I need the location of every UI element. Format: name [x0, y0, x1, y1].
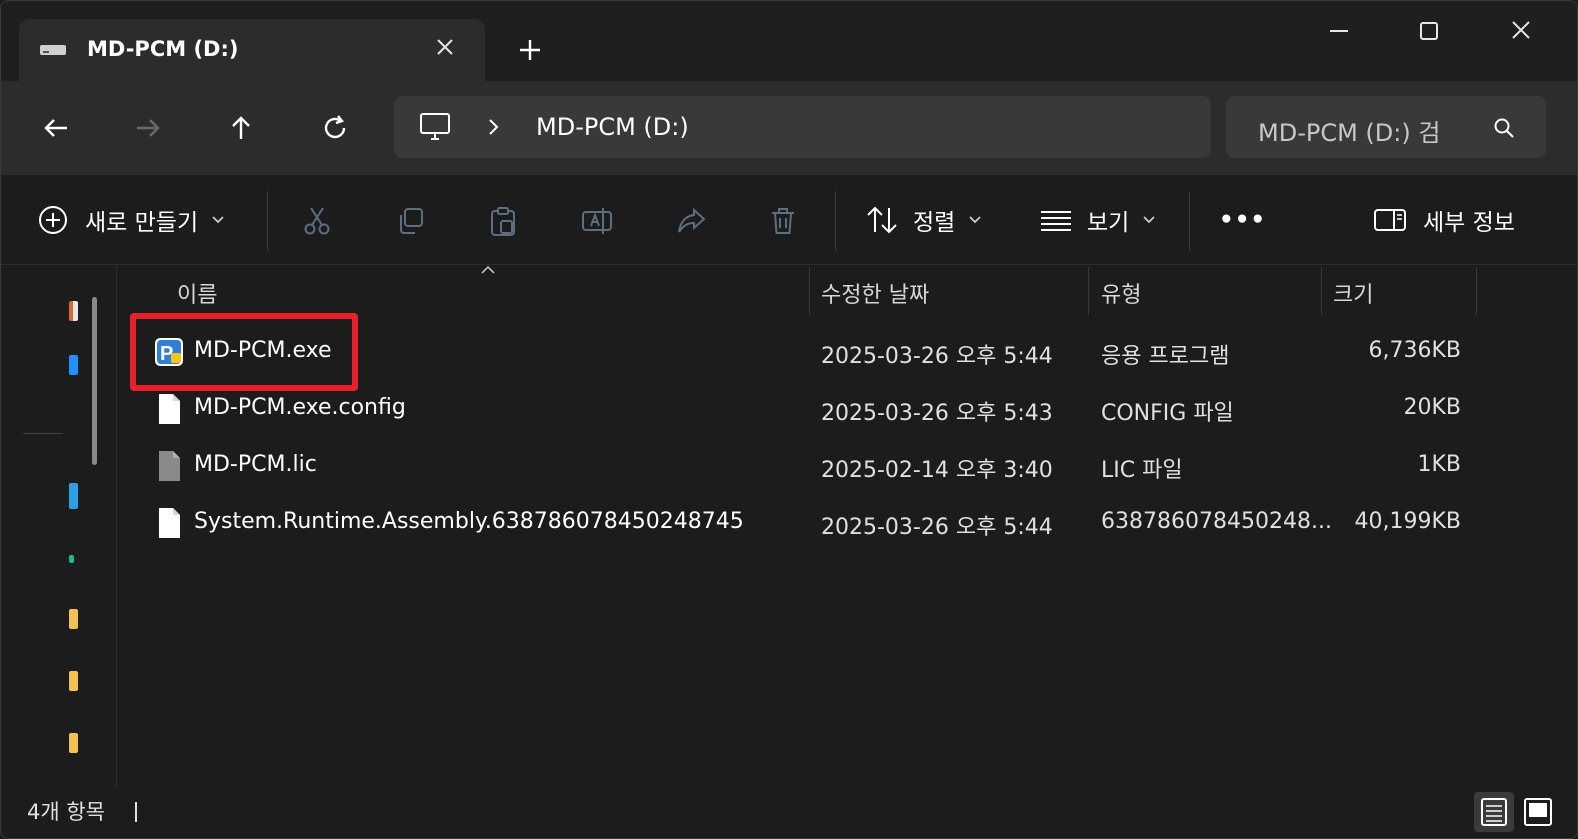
- maximize-icon[interactable]: [1409, 15, 1449, 47]
- downloads-icon[interactable]: [69, 555, 74, 563]
- tiles-view-icon: [1524, 798, 1552, 826]
- new-button[interactable]: 새로 만들기: [37, 203, 226, 237]
- navigation-pane[interactable]: [1, 265, 117, 788]
- view-label: 보기: [1087, 210, 1130, 236]
- desktop-icon[interactable]: [69, 483, 78, 509]
- sort-label: 정렬: [913, 210, 956, 236]
- title-bar: MD-PCM (D:): [1, 1, 1577, 81]
- minimize-icon[interactable]: [1319, 15, 1359, 47]
- plus-circle-icon: [39, 206, 67, 234]
- drive-icon: [40, 45, 66, 55]
- copy-icon[interactable]: [395, 205, 427, 237]
- item-count: 4개 항목: [27, 800, 105, 824]
- large-icons-view-button[interactable]: [1518, 792, 1558, 832]
- column-divider[interactable]: [1321, 267, 1322, 315]
- column-header-type[interactable]: 유형: [1101, 277, 1141, 309]
- more-options-button[interactable]: •••: [1219, 203, 1266, 237]
- chevron-right-icon[interactable]: [484, 116, 502, 138]
- search-box[interactable]: MD-PCM (D:) 검: [1226, 96, 1546, 158]
- close-window-icon[interactable]: [1501, 15, 1541, 47]
- chevron-down-icon: [1143, 216, 1155, 224]
- paste-icon[interactable]: [487, 205, 519, 237]
- column-divider[interactable]: [809, 267, 810, 315]
- navigation-bar: MD-PCM (D:) MD-PCM (D:) 검: [1, 81, 1577, 175]
- file-type: CONFIG 파일: [1101, 401, 1234, 426]
- file-row[interactable]: System.Runtime.Assembly.6387860784502487…: [118, 495, 1577, 552]
- more-icon: •••: [1219, 207, 1267, 233]
- computer-icon[interactable]: [418, 112, 452, 142]
- file-size: 6,736KB: [1368, 338, 1461, 363]
- chevron-down-icon: [212, 216, 224, 224]
- cut-icon[interactable]: [301, 205, 333, 237]
- search-input[interactable]: MD-PCM (D:) 검: [1258, 113, 1440, 148]
- divider: [835, 191, 836, 251]
- document-icon: [159, 508, 180, 538]
- new-tab-icon[interactable]: [517, 37, 543, 63]
- sort-icon: [867, 206, 897, 234]
- folder-icon[interactable]: [69, 609, 78, 629]
- tab-title: MD-PCM (D:): [87, 37, 239, 61]
- refresh-icon[interactable]: [318, 111, 352, 145]
- file-list: 이름 수정한 날짜 유형 크기 P MD-PCM.exe 2025-03-26 …: [118, 265, 1577, 788]
- file-size: 1KB: [1417, 452, 1461, 477]
- new-button-label: 새로 만들기: [85, 210, 199, 236]
- sort-ascending-icon: [481, 265, 495, 274]
- file-row[interactable]: MD-PCM.lic 2025-02-14 오후 3:40 LIC 파일 1KB: [118, 438, 1577, 495]
- home-icon[interactable]: [69, 301, 78, 321]
- details-pane-button[interactable]: 세부 정보: [1373, 203, 1515, 237]
- document-gray-icon: [159, 451, 180, 481]
- folder-icon[interactable]: [69, 733, 78, 753]
- file-size: 40,199KB: [1354, 509, 1462, 534]
- document-icon: [159, 394, 180, 424]
- details-pane-icon: [1374, 209, 1406, 231]
- share-icon[interactable]: [675, 205, 707, 237]
- view-button[interactable]: 보기: [1039, 203, 1157, 237]
- tab-md-pcm[interactable]: MD-PCM (D:): [19, 19, 485, 81]
- rename-icon[interactable]: [581, 205, 613, 237]
- details-pane-label: 세부 정보: [1423, 210, 1515, 236]
- file-date: 2025-03-26 오후 5:43: [821, 401, 1053, 426]
- close-tab-icon[interactable]: [433, 35, 457, 59]
- file-name[interactable]: MD-PCM.lic: [194, 452, 317, 477]
- highlight-box: [130, 313, 358, 391]
- details-view-icon: [1481, 798, 1507, 826]
- back-arrow-icon[interactable]: [39, 111, 73, 145]
- column-header-size[interactable]: 크기: [1333, 277, 1373, 309]
- file-type: LIC 파일: [1101, 458, 1183, 483]
- file-date: 2025-02-14 오후 3:40: [821, 458, 1053, 483]
- delete-icon[interactable]: [767, 205, 799, 237]
- breadcrumb[interactable]: MD-PCM (D:): [536, 113, 689, 141]
- column-divider[interactable]: [1088, 267, 1089, 315]
- view-lines-icon: [1041, 211, 1071, 231]
- status-bar: 4개 항목: [1, 788, 1577, 838]
- file-type: 응용 프로그램: [1101, 344, 1230, 369]
- column-header-name[interactable]: 이름: [177, 277, 217, 309]
- file-name[interactable]: MD-PCM.exe.config: [194, 395, 406, 420]
- column-divider[interactable]: [1476, 267, 1477, 315]
- file-name[interactable]: System.Runtime.Assembly.6387860784502487…: [194, 509, 744, 534]
- gallery-icon[interactable]: [69, 355, 78, 375]
- file-explorer-window: MD-PCM (D:) MD-PCM (D:) MD-PCM (D:) 검 새로…: [0, 0, 1578, 839]
- divider: [1189, 191, 1190, 251]
- forward-arrow-icon[interactable]: [131, 111, 165, 145]
- search-icon[interactable]: [1492, 116, 1516, 140]
- details-view-button[interactable]: [1474, 792, 1514, 832]
- file-type: 638786078450248...: [1101, 509, 1332, 534]
- folder-icon[interactable]: [69, 671, 78, 691]
- divider: [267, 191, 268, 251]
- file-date: 2025-03-26 오후 5:44: [821, 344, 1053, 369]
- divider: [135, 802, 137, 822]
- column-header-date[interactable]: 수정한 날짜: [821, 277, 929, 309]
- command-bar: 새로 만들기 정렬 보기 ••• 세부 정보: [1, 175, 1577, 265]
- divider: [23, 433, 63, 434]
- file-date: 2025-03-26 오후 5:44: [821, 515, 1053, 540]
- nav-scrollbar[interactable]: [92, 297, 97, 465]
- file-size: 20KB: [1403, 395, 1461, 420]
- up-arrow-icon[interactable]: [224, 111, 258, 145]
- chevron-down-icon: [969, 216, 981, 224]
- address-bar[interactable]: MD-PCM (D:): [394, 96, 1211, 158]
- sort-button[interactable]: 정렬: [865, 203, 983, 237]
